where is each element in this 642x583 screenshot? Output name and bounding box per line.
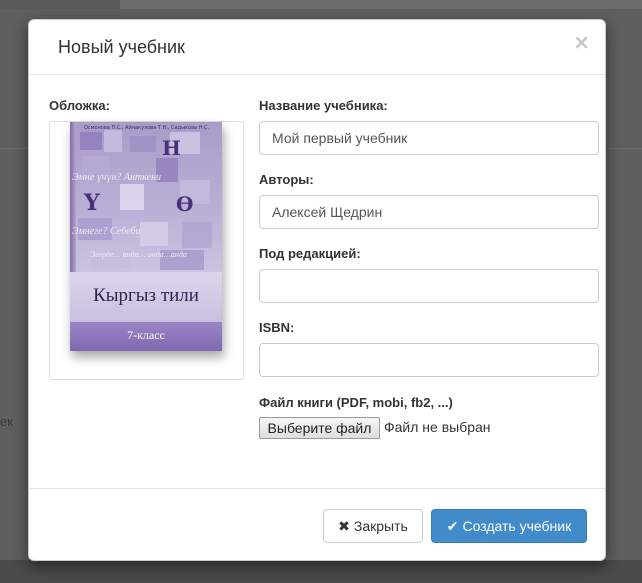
book-cover-image: Осмонова П.С., Айнакулова Т.Н., Садыкова… [70, 122, 222, 351]
cover-label: Обложка: [49, 98, 110, 113]
file-status: Файл не выбран [384, 419, 491, 435]
editors-label: Под редакцией: [259, 246, 361, 261]
book-letter-n: Н [162, 136, 181, 160]
book-letter-o: Ө [176, 192, 194, 216]
book-letter-y: Ү [84, 190, 100, 216]
book-word-3: Эгерде… анда… онда…анда [90, 250, 187, 259]
cover-preview[interactable]: Осмонова П.С., Айнакулова Т.Н., Садыкова… [49, 121, 244, 380]
create-button-label: Создать учебник [462, 518, 572, 534]
authors-label: Авторы: [259, 172, 314, 187]
title-label: Название учебника: [259, 98, 388, 113]
create-textbook-button[interactable]: ✔ Создать учебник [431, 509, 587, 543]
close-button[interactable]: ✖ Закрыть [323, 509, 423, 543]
book-authors: Осмонова П.С., Айнакулова Т.Н., Садыкова… [84, 125, 210, 131]
background-divider-right [606, 148, 642, 149]
book-grade: 7-класс [127, 328, 165, 342]
background-text-fragment: ек [0, 414, 13, 429]
book-title: Кыргыз тили [93, 285, 199, 306]
background-divider-left [0, 148, 28, 149]
file-label: Файл книги (PDF, mobi, fb2, ...) [259, 395, 453, 410]
editors-input[interactable] [259, 269, 599, 303]
close-button-label: Закрыть [353, 518, 408, 534]
new-textbook-modal: Новый учебник × Обложка: Осмонова П.С., … [28, 19, 606, 561]
modal-header: Новый учебник × [29, 20, 605, 75]
modal-title: Новый учебник [58, 37, 185, 57]
background-bottom [0, 560, 642, 583]
times-icon: ✖ [338, 519, 350, 535]
isbn-label: ISBN: [259, 320, 295, 335]
isbn-input[interactable] [259, 343, 599, 377]
background-topbar-segment [0, 0, 120, 9]
modal-footer: ✖ Закрыть ✔ Создать учебник [29, 488, 605, 562]
check-icon: ✔ [446, 519, 459, 535]
book-word-1: Эмне үчүн? Анткени [72, 172, 162, 183]
book-word-2: Эмнеге? Себеби [72, 226, 141, 237]
close-icon[interactable]: × [573, 32, 590, 52]
title-input[interactable]: Мой первый учебник [259, 121, 599, 155]
authors-input[interactable]: Алексей Щедрин [259, 195, 599, 229]
choose-file-button[interactable]: Выберите файл [259, 417, 380, 439]
